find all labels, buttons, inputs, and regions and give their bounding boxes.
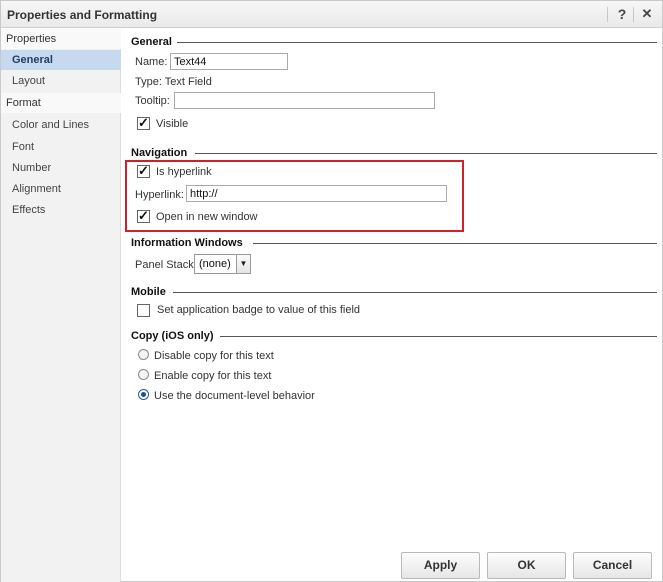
panel-stack-label: Panel Stack: [135, 259, 197, 271]
title-separator [633, 7, 634, 22]
sidebar-group-properties: Properties [1, 29, 121, 49]
title-separator [607, 7, 608, 22]
sidebar-item-alignment[interactable]: Alignment [1, 179, 121, 199]
hyperlink-label: Hyperlink: [135, 189, 184, 201]
is-hyperlink-label: Is hyperlink [156, 166, 212, 178]
general-heading: General [131, 36, 176, 48]
type-text: Type: Text Field [135, 76, 212, 88]
radio-document-level-label: Use the document-level behavior [154, 390, 315, 402]
sidebar-item-layout[interactable]: Layout [1, 71, 121, 91]
information-windows-heading: Information Windows [131, 237, 247, 249]
radio-enable-copy[interactable] [138, 369, 149, 380]
radio-disable-copy-label: Disable copy for this text [154, 350, 274, 362]
panel-stack-select[interactable]: (none) ▼ [194, 254, 251, 274]
hyperlink-input[interactable] [186, 185, 447, 202]
title-bar: Properties and Formatting ? ✕ [1, 1, 662, 28]
app-badge-checkbox[interactable] [137, 304, 150, 317]
app-badge-label: Set application badge to value of this f… [157, 304, 361, 316]
sidebar-item-color-and-lines[interactable]: Color and Lines [1, 115, 121, 135]
section-divider [177, 42, 657, 43]
open-new-window-label: Open in new window [156, 211, 258, 223]
check-icon: ✓ [138, 115, 149, 130]
tooltip-label: Tooltip: [135, 95, 170, 107]
radio-selected-dot [141, 392, 146, 397]
tooltip-input[interactable] [174, 92, 435, 109]
check-icon: ✓ [138, 163, 149, 178]
sidebar-item-general[interactable]: General [1, 50, 121, 70]
sidebar: Properties General Layout Format Color a… [1, 29, 121, 582]
close-icon[interactable]: ✕ [639, 6, 655, 22]
sidebar-item-effects[interactable]: Effects [1, 200, 121, 220]
section-divider [220, 336, 657, 337]
chevron-down-icon[interactable]: ▼ [236, 255, 250, 273]
apply-button[interactable]: Apply [401, 552, 480, 579]
sidebar-item-number[interactable]: Number [1, 158, 121, 178]
help-icon[interactable]: ? [614, 6, 630, 22]
open-new-window-checkbox[interactable]: ✓ [137, 208, 150, 223]
is-hyperlink-checkbox[interactable]: ✓ [137, 163, 150, 178]
check-icon: ✓ [138, 208, 149, 223]
mobile-heading: Mobile [131, 286, 170, 298]
ok-button[interactable]: OK [487, 552, 566, 579]
visible-label: Visible [156, 118, 189, 130]
radio-document-level[interactable] [138, 389, 149, 400]
sidebar-item-font[interactable]: Font [1, 137, 121, 157]
radio-enable-copy-label: Enable copy for this text [154, 370, 272, 382]
sidebar-group-format: Format [1, 93, 121, 113]
section-divider [195, 153, 657, 154]
name-label: Name: [135, 56, 168, 68]
radio-disable-copy[interactable] [138, 349, 149, 360]
navigation-heading: Navigation [131, 147, 192, 159]
section-divider [253, 243, 657, 244]
panel-stack-value: (none) [199, 258, 231, 270]
properties-dialog: Properties and Formatting ? ✕ Properties… [0, 0, 663, 582]
copy-ios-heading: Copy (iOS only) [131, 330, 218, 342]
visible-checkbox[interactable]: ✓ [137, 115, 150, 130]
dialog-title: Properties and Formatting [7, 8, 158, 22]
section-divider [173, 292, 657, 293]
name-input[interactable] [170, 53, 288, 70]
cancel-button[interactable]: Cancel [573, 552, 652, 579]
